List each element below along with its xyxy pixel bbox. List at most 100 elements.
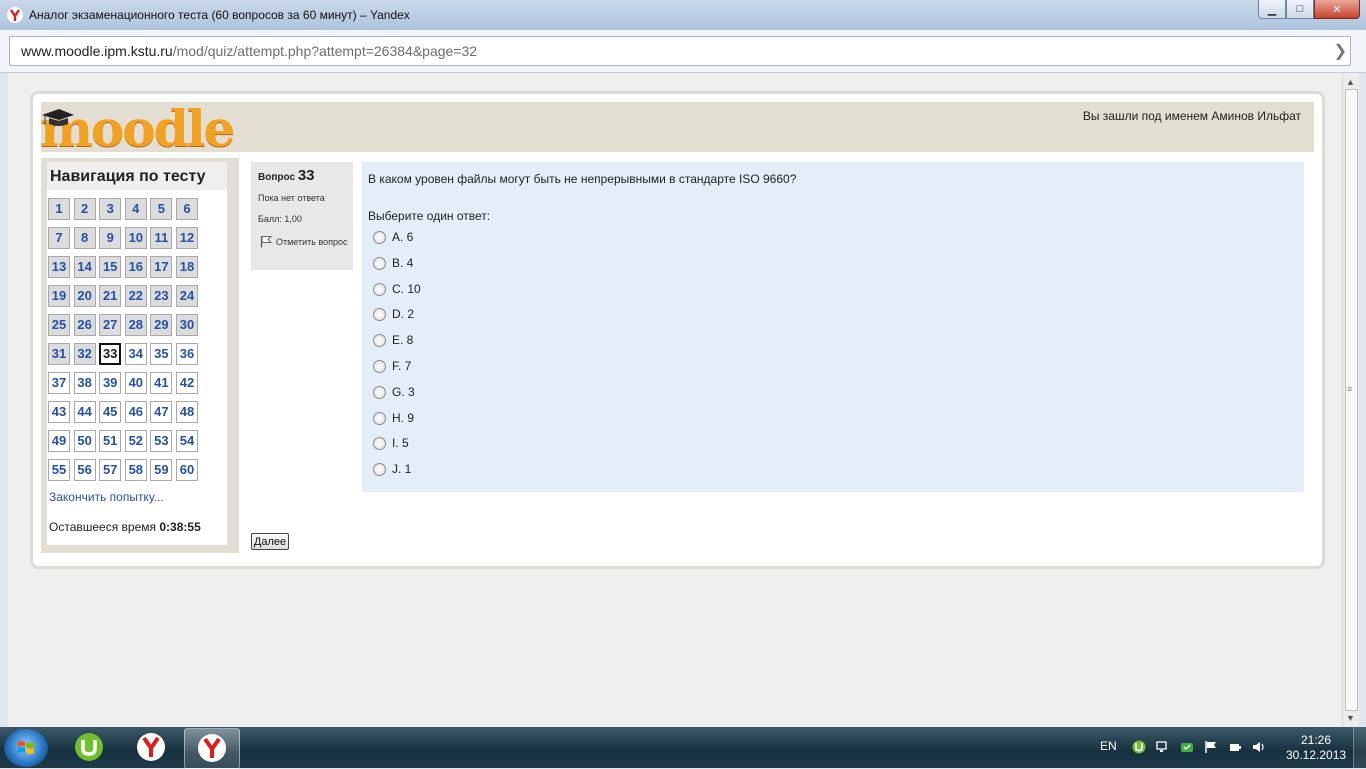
quiz-nav-question-button[interactable]: 10 <box>124 227 147 249</box>
next-page-button[interactable]: Далее <box>251 533 289 550</box>
start-button[interactable] <box>4 729 48 767</box>
quiz-nav-question-button[interactable]: 53 <box>150 430 173 452</box>
quiz-nav-question-button[interactable]: 45 <box>99 401 122 423</box>
quiz-nav-question-button[interactable]: 54 <box>176 430 198 452</box>
quiz-nav-question-button[interactable]: 22 <box>124 285 147 307</box>
quiz-nav-question-button[interactable]: 43 <box>48 401 70 423</box>
quiz-nav-question-button[interactable]: 21 <box>99 285 122 307</box>
maximize-button[interactable]: □ <box>1286 0 1314 19</box>
quiz-nav-question-button[interactable]: 56 <box>73 459 96 481</box>
finish-attempt-link[interactable]: Закончить попытку... <box>49 490 164 504</box>
quiz-nav-question-button[interactable]: 4 <box>124 198 147 220</box>
quiz-nav-question-button[interactable]: 38 <box>73 372 96 394</box>
show-desktop-button[interactable] <box>1353 727 1366 768</box>
quiz-nav-question-button[interactable]: 55 <box>48 459 70 481</box>
quiz-nav-question-button[interactable]: 32 <box>73 343 96 365</box>
quiz-nav-question-button[interactable]: 6 <box>176 198 198 220</box>
answer-label[interactable]: D. 2 <box>392 307 414 321</box>
scroll-down-arrow-icon[interactable]: ▼ <box>1346 713 1355 723</box>
volume-icon[interactable] <box>1252 740 1266 754</box>
quiz-nav-question-button[interactable]: 11 <box>150 227 173 249</box>
quiz-nav-question-button[interactable]: 34 <box>124 343 147 365</box>
quiz-nav-question-button[interactable]: 52 <box>124 430 147 452</box>
quiz-nav-question-button[interactable]: 18 <box>176 256 198 278</box>
answer-radio[interactable] <box>373 437 386 451</box>
answer-label[interactable]: A. 6 <box>392 230 413 244</box>
quiz-nav-question-button[interactable]: 16 <box>124 256 147 278</box>
quiz-nav-question-button[interactable]: 9 <box>99 227 122 249</box>
quiz-nav-question-button[interactable]: 33 <box>99 343 122 365</box>
quiz-nav-question-button[interactable]: 40 <box>124 372 147 394</box>
quiz-nav-question-button[interactable]: 27 <box>99 314 122 336</box>
quiz-nav-question-button[interactable]: 47 <box>150 401 173 423</box>
quiz-nav-question-button[interactable]: 24 <box>176 285 198 307</box>
scroll-up-arrow-icon[interactable]: ▲ <box>1346 77 1355 87</box>
answer-label[interactable]: H. 9 <box>392 411 414 425</box>
answer-radio[interactable] <box>373 463 386 477</box>
quiz-nav-question-button[interactable]: 7 <box>48 227 70 249</box>
quiz-nav-question-button[interactable]: 19 <box>48 285 70 307</box>
action-center-flag-icon[interactable] <box>1204 740 1218 754</box>
flag-question-toggle[interactable]: Отметить вопрос <box>258 235 348 249</box>
flag-icon[interactable] <box>260 235 272 248</box>
quiz-nav-question-button[interactable]: 37 <box>48 372 70 394</box>
network-icon[interactable] <box>1156 740 1170 754</box>
close-button[interactable]: ✕ <box>1314 0 1360 19</box>
quiz-nav-question-button[interactable]: 13 <box>48 256 70 278</box>
quiz-nav-question-button[interactable]: 49 <box>48 430 70 452</box>
taskbar-yandex-1[interactable] <box>124 728 178 767</box>
quiz-nav-question-button[interactable]: 48 <box>176 401 198 423</box>
vertical-scrollbar[interactable]: ▲ ≡ ▼ <box>1342 73 1359 727</box>
power-icon[interactable] <box>1228 740 1242 754</box>
sync-icon[interactable] <box>1180 740 1194 754</box>
url-text[interactable]: www.moodle.ipm.kstu.ru/mod/quiz/attempt.… <box>21 43 477 59</box>
taskbar-yandex-2[interactable] <box>184 728 240 769</box>
quiz-nav-question-button[interactable]: 25 <box>48 314 70 336</box>
answer-radio[interactable] <box>373 360 386 373</box>
quiz-nav-question-button[interactable]: 35 <box>150 343 173 365</box>
quiz-nav-question-button[interactable]: 23 <box>150 285 173 307</box>
quiz-nav-question-button[interactable]: 36 <box>176 343 198 365</box>
quiz-nav-question-button[interactable]: 44 <box>73 401 96 423</box>
quiz-nav-question-button[interactable]: 39 <box>99 372 122 394</box>
quiz-nav-question-button[interactable]: 12 <box>176 227 198 249</box>
answer-label[interactable]: I. 5 <box>392 436 409 450</box>
answer-label[interactable]: E. 8 <box>392 333 413 347</box>
language-indicator[interactable]: EN <box>1100 739 1117 753</box>
answer-label[interactable]: C. 10 <box>392 282 421 296</box>
answer-label[interactable]: G. 3 <box>392 385 415 399</box>
quiz-nav-question-button[interactable]: 28 <box>124 314 147 336</box>
answer-label[interactable]: J. 1 <box>392 462 411 476</box>
quiz-nav-question-button[interactable]: 60 <box>176 459 198 481</box>
answer-label[interactable]: F. 7 <box>392 359 411 373</box>
answer-radio[interactable] <box>373 308 386 322</box>
answer-radio[interactable] <box>373 411 386 425</box>
minimize-button[interactable]: ▁ <box>1258 0 1286 19</box>
quiz-nav-question-button[interactable]: 31 <box>48 343 70 365</box>
quiz-nav-question-button[interactable]: 59 <box>150 459 173 481</box>
quiz-nav-question-button[interactable]: 14 <box>73 256 96 278</box>
answer-radio[interactable] <box>373 334 386 348</box>
answer-radio[interactable] <box>373 256 386 270</box>
quiz-nav-question-button[interactable]: 8 <box>73 227 96 249</box>
quiz-nav-question-button[interactable]: 26 <box>73 314 96 336</box>
utorrent-tray-icon[interactable] <box>1132 740 1146 754</box>
answer-label[interactable]: B. 4 <box>392 256 413 270</box>
quiz-nav-question-button[interactable]: 30 <box>176 314 198 336</box>
go-arrow-icon[interactable]: ❯ <box>1334 41 1347 61</box>
quiz-nav-question-button[interactable]: 2 <box>73 198 96 220</box>
answer-radio[interactable] <box>373 282 386 296</box>
taskbar-clock[interactable]: 21:26 30.12.2013 <box>1286 733 1346 763</box>
quiz-nav-question-button[interactable]: 1 <box>48 198 70 220</box>
quiz-nav-question-button[interactable]: 20 <box>73 285 96 307</box>
answer-radio[interactable] <box>373 231 386 244</box>
quiz-nav-question-button[interactable]: 57 <box>99 459 122 481</box>
quiz-nav-question-button[interactable]: 15 <box>99 256 122 278</box>
quiz-nav-question-button[interactable]: 51 <box>99 430 122 452</box>
quiz-nav-question-button[interactable]: 17 <box>150 256 173 278</box>
quiz-nav-question-button[interactable]: 46 <box>124 401 147 423</box>
quiz-nav-question-button[interactable]: 29 <box>150 314 173 336</box>
quiz-nav-question-button[interactable]: 41 <box>150 372 173 394</box>
quiz-nav-question-button[interactable]: 5 <box>150 198 173 220</box>
quiz-nav-question-button[interactable]: 3 <box>99 198 122 220</box>
